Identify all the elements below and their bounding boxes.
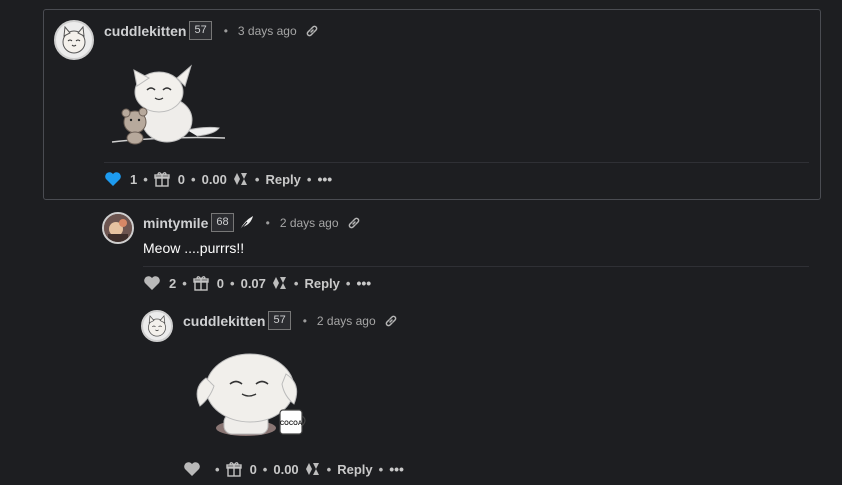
gift-icon[interactable] xyxy=(154,171,170,187)
reputation-badge: 57 xyxy=(268,311,291,330)
payout-value[interactable]: 0.00 xyxy=(273,462,298,477)
reputation-badge: 57 xyxy=(189,21,212,40)
link-icon[interactable] xyxy=(305,24,319,38)
divider xyxy=(143,266,809,267)
separator-dot: • xyxy=(378,461,384,477)
gift-icon[interactable] xyxy=(193,275,209,291)
separator-dot: • xyxy=(182,275,187,291)
hive-icon xyxy=(233,172,249,186)
cat-avatar-icon xyxy=(62,25,86,54)
more-options-button[interactable]: ••• xyxy=(389,461,404,477)
reply-button[interactable]: Reply xyxy=(265,172,300,187)
separator-dot: • xyxy=(215,461,220,477)
separator-dot: • xyxy=(345,275,351,291)
timestamp[interactable]: 3 days ago xyxy=(238,24,297,38)
reply-button[interactable]: Reply xyxy=(304,276,339,291)
payout-value[interactable]: 0.07 xyxy=(241,276,266,291)
cocoa-mug-icon: COCOA xyxy=(279,409,306,435)
user-photo-icon xyxy=(104,214,132,242)
separator-dot: • xyxy=(223,23,228,38)
comment-header: cuddlekitten 57 • 2 days ago xyxy=(183,311,398,330)
gift-count[interactable]: 0 xyxy=(178,172,185,187)
separator-dot: • xyxy=(143,171,148,187)
avatar[interactable] xyxy=(141,310,173,342)
separator-dot: • xyxy=(254,171,260,187)
reputation-badge: 68 xyxy=(211,213,234,232)
link-icon[interactable] xyxy=(384,314,398,328)
heart-icon[interactable] xyxy=(104,171,122,187)
upvote-count[interactable]: 2 xyxy=(169,276,176,291)
gift-count[interactable]: 0 xyxy=(250,462,257,477)
divider xyxy=(104,162,809,163)
heart-icon[interactable] xyxy=(143,275,161,291)
author-name[interactable]: mintymile xyxy=(143,215,208,231)
separator-dot: • xyxy=(293,275,299,291)
comment-actions: 2 • 0 • 0.07 • Reply • ••• xyxy=(143,273,371,293)
more-options-button[interactable]: ••• xyxy=(317,171,332,187)
upvote-count[interactable]: 1 xyxy=(130,172,137,187)
author-name[interactable]: cuddlekitten xyxy=(104,23,186,39)
heart-icon[interactable] xyxy=(183,461,201,477)
payout-value[interactable]: 0.00 xyxy=(202,172,227,187)
separator-dot: • xyxy=(326,461,332,477)
timestamp[interactable]: 2 days ago xyxy=(317,314,376,328)
cat-avatar-icon xyxy=(148,314,166,337)
separator-dot: • xyxy=(262,461,268,477)
gift-icon[interactable] xyxy=(225,461,242,477)
comment-header: cuddlekitten 57 • 3 days ago xyxy=(104,21,319,40)
mug-label: COCOA xyxy=(280,421,303,427)
link-icon[interactable] xyxy=(347,216,361,230)
avatar[interactable] xyxy=(54,20,94,60)
comment-actions: 1 • 0 • 0.00 • Reply • ••• xyxy=(104,169,332,189)
comment-header: mintymile 68 • 2 days ago xyxy=(143,213,361,232)
hive-icon xyxy=(305,462,321,476)
gift-count[interactable]: 0 xyxy=(217,276,224,291)
feather-icon xyxy=(238,215,254,231)
more-options-button[interactable]: ••• xyxy=(356,275,371,291)
kitten-hugging-bear-image xyxy=(107,62,232,157)
author-name[interactable]: cuddlekitten xyxy=(183,313,265,329)
hive-icon xyxy=(272,276,288,290)
comment-actions: • 0 • 0.00 • Reply • ••• xyxy=(183,459,404,479)
separator-dot: • xyxy=(302,313,307,328)
comment-text: Meow ....purrrs!! xyxy=(143,240,245,256)
separator-dot: • xyxy=(191,171,196,187)
separator-dot: • xyxy=(230,275,235,291)
avatar[interactable] xyxy=(102,212,134,244)
timestamp[interactable]: 2 days ago xyxy=(280,216,339,230)
separator-dot: • xyxy=(265,215,270,230)
separator-dot: • xyxy=(306,171,312,187)
kitten-with-cocoa-mug-image: COCOA xyxy=(186,348,310,445)
reply-button[interactable]: Reply xyxy=(337,462,372,477)
